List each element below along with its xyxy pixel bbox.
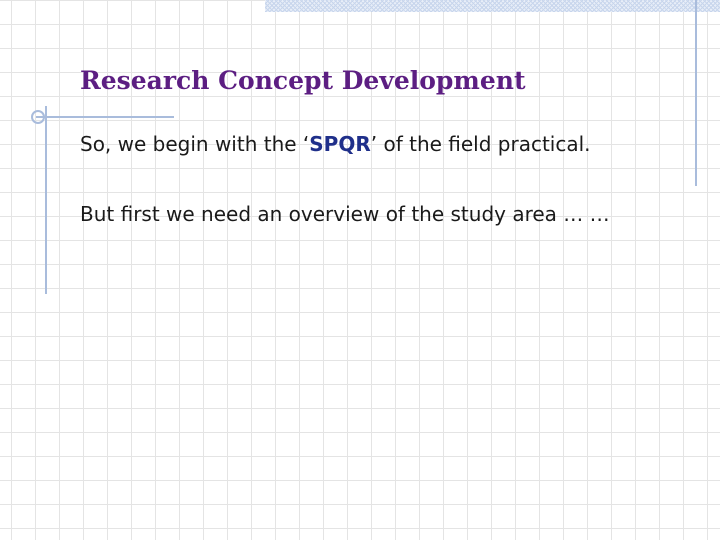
line1-prefix: So, we begin with the ‘	[80, 132, 310, 156]
right-vertical-rule	[695, 0, 697, 186]
line1-emphasis: SPQR	[309, 132, 371, 156]
slide: Research Concept Development So, we begi…	[0, 0, 720, 540]
line1-suffix: ’ of the field practical.	[370, 132, 591, 156]
body-line-1: So, we begin with the ‘SPQR’ of the fiel…	[80, 132, 591, 156]
title-underline-rule	[36, 116, 174, 118]
body-line-2: But first we need an overview of the stu…	[80, 202, 610, 226]
slide-title: Research Concept Development	[80, 66, 526, 95]
crosshair-icon	[31, 110, 45, 124]
left-vertical-rule	[45, 106, 47, 294]
top-decorative-band	[265, 0, 720, 12]
